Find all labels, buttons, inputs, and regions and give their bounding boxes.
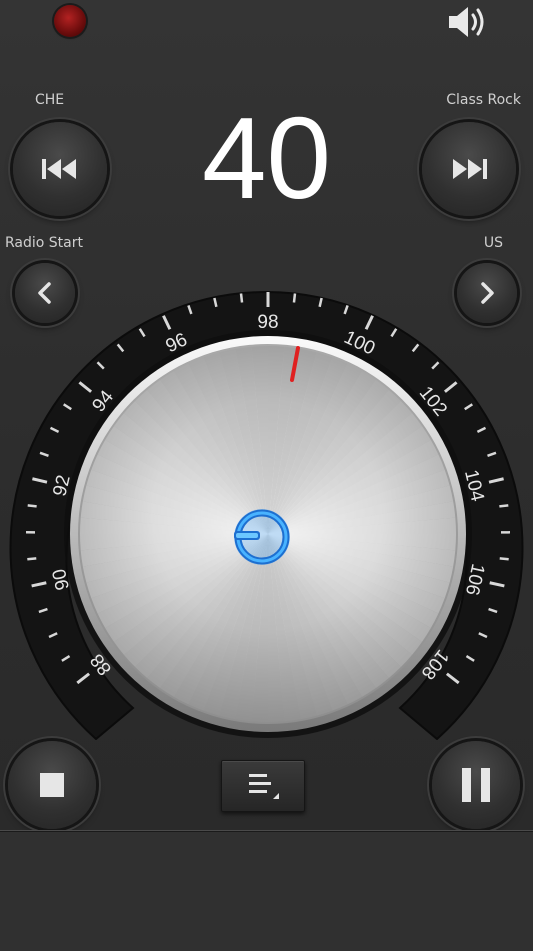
record-indicator [54,5,86,37]
dial-tick [27,558,36,559]
dial-tick [500,558,509,559]
skip-next-button[interactable] [422,122,516,216]
speaker-volume-icon[interactable] [446,4,490,40]
dial-tick [499,505,508,506]
preset-right-label: US [484,235,503,251]
tuning-dial[interactable]: 889092949698100102104106108 [0,260,533,740]
stop-icon [39,772,65,798]
radio-screen: CHE Class Rock 40 Radio Start US [0,0,533,830]
dial-tick [241,294,242,303]
pause-icon [460,767,492,803]
power-icon[interactable] [234,509,290,565]
dial-tick [28,505,37,506]
bottom-panel [0,831,533,951]
menu-list-icon [245,771,281,801]
dial-scale-label: 98 [257,312,278,333]
preset-left-label: Radio Start [5,235,83,251]
pause-button[interactable] [432,741,520,829]
dial-tick [294,294,295,303]
skip-next-icon [449,157,489,181]
menu-button[interactable] [221,760,305,812]
stop-button[interactable] [8,741,96,829]
